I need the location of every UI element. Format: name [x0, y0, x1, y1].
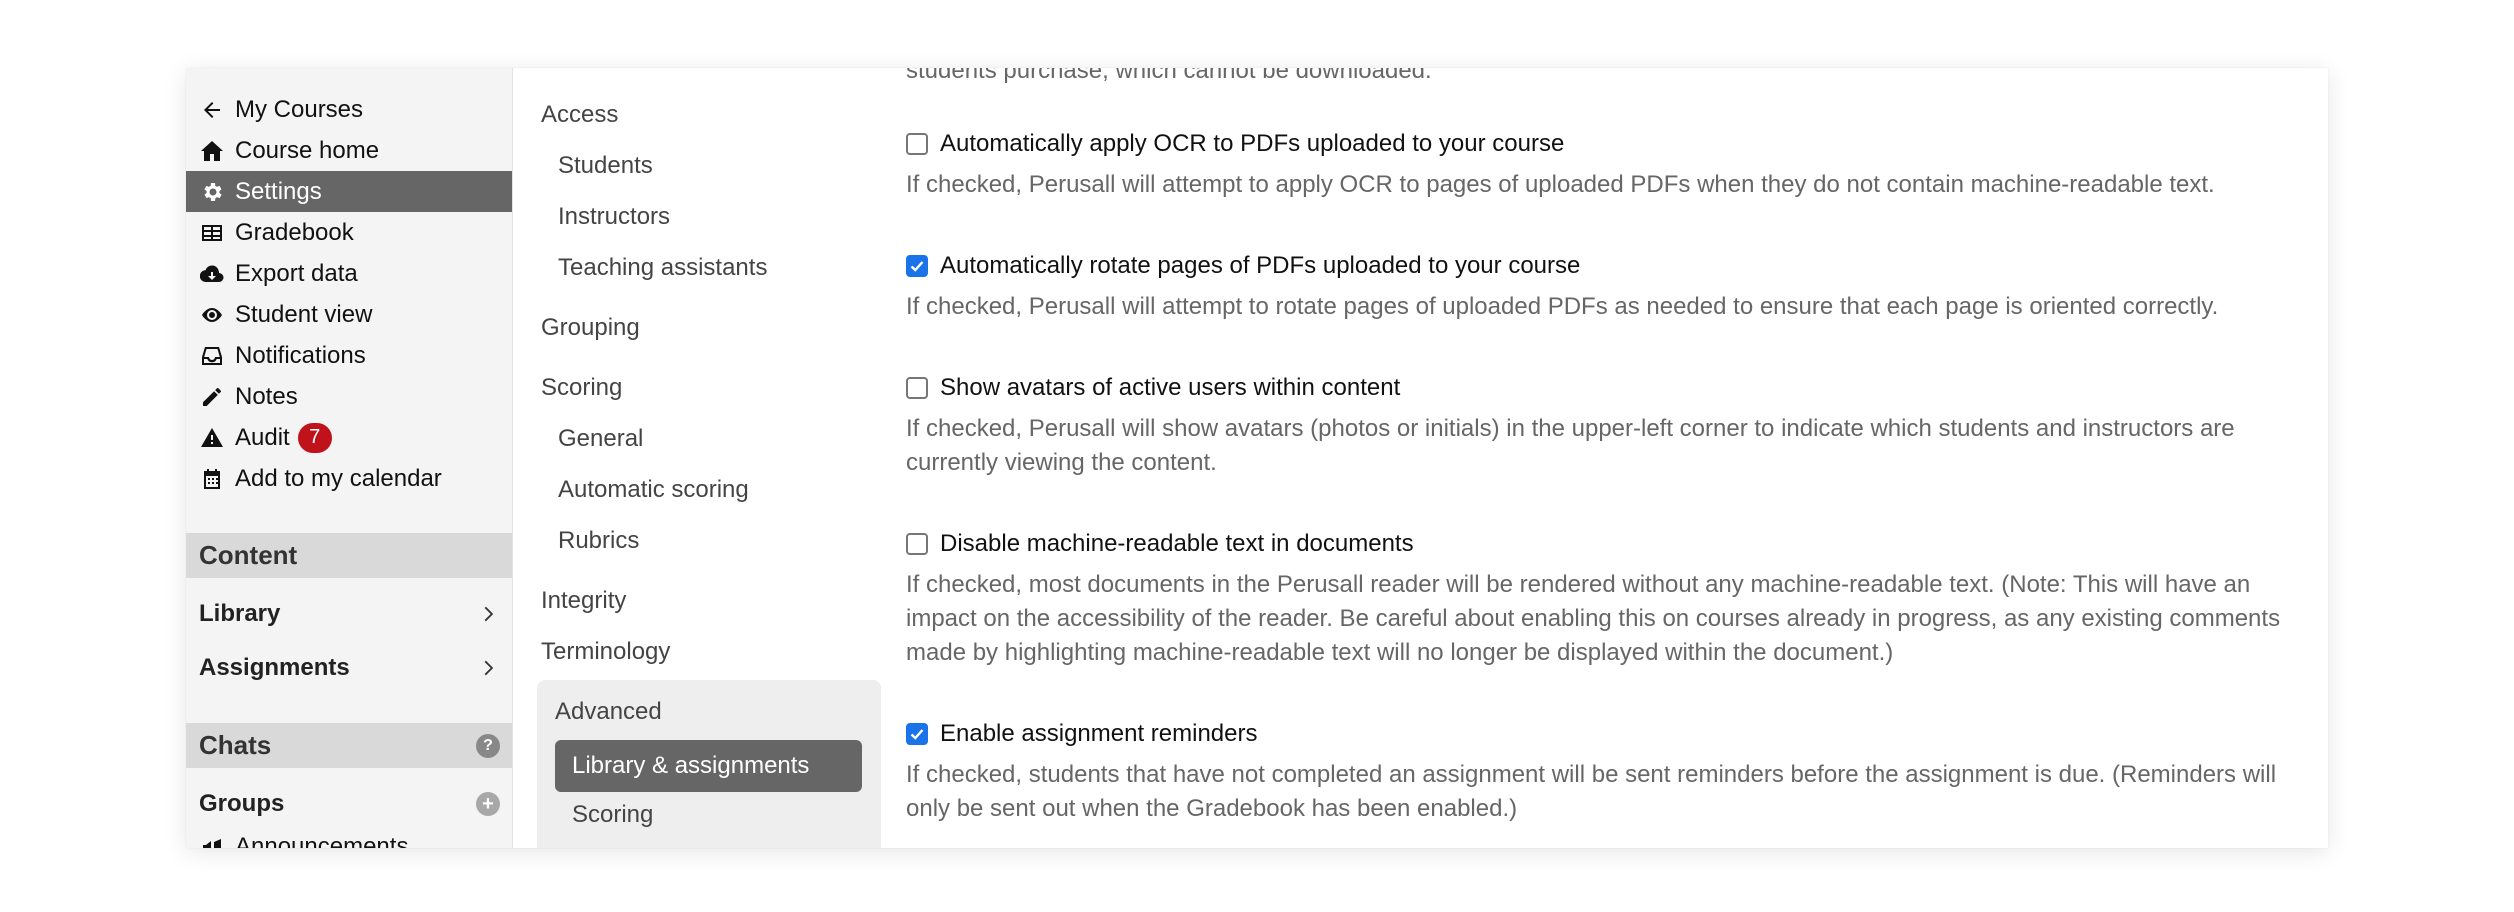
submenu-library-assignments[interactable]: Library & assignments: [555, 740, 862, 792]
table-icon: [199, 220, 225, 246]
ocr-checkbox[interactable]: [906, 133, 928, 155]
option-description: If checked, most documents in the Perusa…: [906, 571, 2281, 666]
megaphone-icon: [199, 834, 225, 848]
nav-label: Settings: [235, 177, 322, 205]
ocr-option[interactable]: Automatically apply OCR to PDFs uploaded…: [906, 130, 1564, 158]
submenu-grouping[interactable]: Grouping: [541, 314, 640, 342]
pencil-icon: [199, 384, 225, 410]
library-toggle[interactable]: Library: [186, 589, 512, 639]
nav-audit[interactable]: Audit 7: [186, 417, 512, 458]
rotate-checkbox[interactable]: [906, 255, 928, 277]
nav-my-courses[interactable]: My Courses: [186, 89, 512, 130]
course-sidebar: My Courses Course home Settings Gradeboo…: [186, 68, 513, 848]
option-label: Automatically apply OCR to PDFs uploaded…: [940, 130, 1565, 157]
submenu-advanced[interactable]: Advanced: [555, 698, 662, 726]
avatars-checkbox[interactable]: [906, 377, 928, 399]
nav-label: Add to my calendar: [235, 464, 442, 492]
option-label: Disable machine-readable text in documen…: [940, 530, 1414, 557]
add-group-icon[interactable]: +: [476, 792, 500, 816]
chevron-right-icon: [478, 603, 500, 625]
nav-label: My Courses: [235, 95, 364, 123]
calendar-icon: [199, 466, 225, 492]
groups-row[interactable]: Groups +: [186, 779, 512, 829]
cloud-download-icon: [199, 261, 225, 287]
inbox-icon: [199, 343, 225, 369]
option-label: Show avatars of active users within cont…: [940, 374, 1401, 401]
gear-icon: [199, 179, 225, 205]
chevron-right-icon: [478, 657, 500, 679]
option-description: If checked, students that have not compl…: [906, 761, 2277, 822]
app-frame: My Courses Course home Settings Gradeboo…: [186, 68, 2328, 848]
chats-section-header: Chats ?: [186, 723, 512, 768]
reminders-checkbox[interactable]: [906, 723, 928, 745]
submenu-students[interactable]: Students: [558, 152, 653, 180]
chats-header-label: Chats: [199, 730, 272, 760]
submenu-library-assignments-label: Library & assignments: [572, 752, 810, 779]
nav-label: Audit: [235, 423, 290, 451]
submenu-scoring[interactable]: Scoring: [541, 374, 622, 402]
settings-content: students purchase, which cannot be downl…: [906, 68, 2316, 848]
option-description: If checked, Perusall will attempt to rot…: [906, 293, 2219, 320]
disable-text-option[interactable]: Disable machine-readable text in documen…: [906, 530, 1414, 558]
audit-count-badge: 7: [297, 422, 332, 453]
home-icon: [199, 138, 225, 164]
library-label: Library: [199, 600, 281, 627]
nav-add-to-calendar[interactable]: Add to my calendar: [186, 458, 512, 499]
nav-label: Notifications: [235, 341, 366, 369]
nav-notifications[interactable]: Notifications: [186, 335, 512, 376]
nav-label: Gradebook: [235, 218, 354, 246]
submenu-terminology[interactable]: Terminology: [541, 638, 670, 666]
nav-label: Export data: [235, 259, 358, 287]
nav-label: Student view: [235, 300, 373, 328]
option-description: If checked, Perusall will attempt to app…: [906, 171, 2215, 198]
nav-student-view[interactable]: Student view: [186, 294, 512, 335]
checkmark-icon: [910, 261, 924, 272]
rotate-option[interactable]: Automatically rotate pages of PDFs uploa…: [906, 252, 1580, 280]
disable-text-checkbox[interactable]: [906, 533, 928, 555]
option-description-cutoff: students purchase, which cannot be downl…: [906, 68, 1432, 84]
nav-announcements[interactable]: Announcements: [186, 826, 512, 849]
nav-course-home[interactable]: Course home: [186, 130, 512, 171]
avatars-option[interactable]: Show avatars of active users within cont…: [906, 374, 1400, 402]
content-section-header: Content: [186, 533, 512, 578]
submenu-instructors[interactable]: Instructors: [558, 203, 670, 231]
groups-label: Groups: [199, 790, 285, 817]
reminders-option[interactable]: Enable assignment reminders: [906, 720, 1258, 748]
nav-export-data[interactable]: Export data: [186, 253, 512, 294]
option-label: Enable assignment reminders: [940, 720, 1258, 747]
submenu-general[interactable]: General: [558, 425, 643, 453]
submenu-rubrics[interactable]: Rubrics: [558, 527, 639, 555]
assignments-toggle[interactable]: Assignments: [186, 643, 512, 693]
arrow-left-icon: [199, 97, 225, 123]
content-header-label: Content: [199, 540, 298, 570]
nav-notes[interactable]: Notes: [186, 376, 512, 417]
nav-label: Announcements: [235, 832, 409, 849]
submenu-advanced-scoring[interactable]: Scoring: [572, 801, 653, 829]
submenu-teaching-assistants[interactable]: Teaching assistants: [558, 254, 767, 282]
settings-submenu: Access Students Instructors Teaching ass…: [514, 68, 881, 848]
nav-gradebook[interactable]: Gradebook: [186, 212, 512, 253]
assignments-label: Assignments: [199, 654, 350, 681]
nav-label: Notes: [235, 382, 298, 410]
checkmark-icon: [910, 729, 924, 740]
option-description: If checked, Perusall will show avatars (…: [906, 415, 2235, 476]
submenu-automatic-scoring[interactable]: Automatic scoring: [558, 476, 749, 504]
nav-label: Course home: [235, 136, 380, 164]
help-icon[interactable]: ?: [476, 733, 500, 758]
nav-settings[interactable]: Settings: [186, 171, 512, 212]
submenu-access[interactable]: Access: [541, 101, 618, 129]
warning-icon: [199, 425, 225, 451]
option-label: Automatically rotate pages of PDFs uploa…: [940, 252, 1581, 279]
eye-icon: [199, 302, 225, 328]
submenu-integrity[interactable]: Integrity: [541, 587, 626, 615]
